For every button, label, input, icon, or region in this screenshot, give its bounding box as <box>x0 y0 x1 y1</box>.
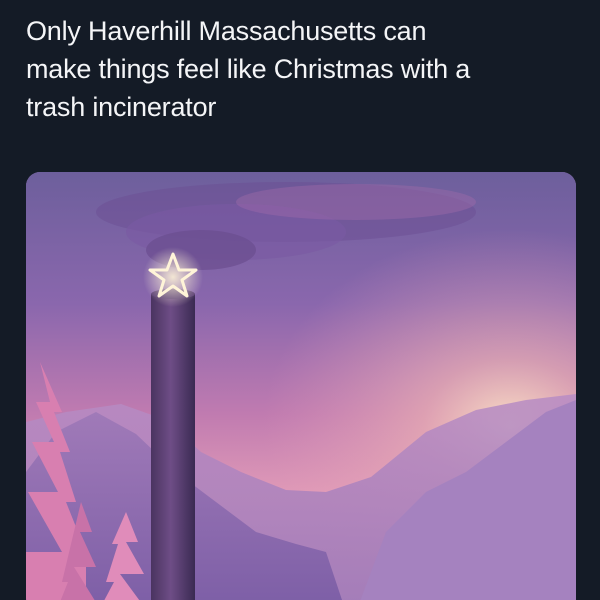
post-image[interactable] <box>26 172 576 600</box>
post-text-line: Only Haverhill Massachusetts can <box>26 16 427 46</box>
post-card: Only Haverhill Massachusetts can make th… <box>0 0 600 600</box>
post-text: Only Haverhill Massachusetts can make th… <box>26 12 586 126</box>
post-text-line: trash incinerator <box>26 92 217 122</box>
star-light-icon <box>143 247 203 307</box>
incinerator-painting <box>26 172 576 600</box>
incinerator-smokestack <box>151 294 195 600</box>
post-text-line: make things feel like Christmas with a <box>26 54 471 84</box>
